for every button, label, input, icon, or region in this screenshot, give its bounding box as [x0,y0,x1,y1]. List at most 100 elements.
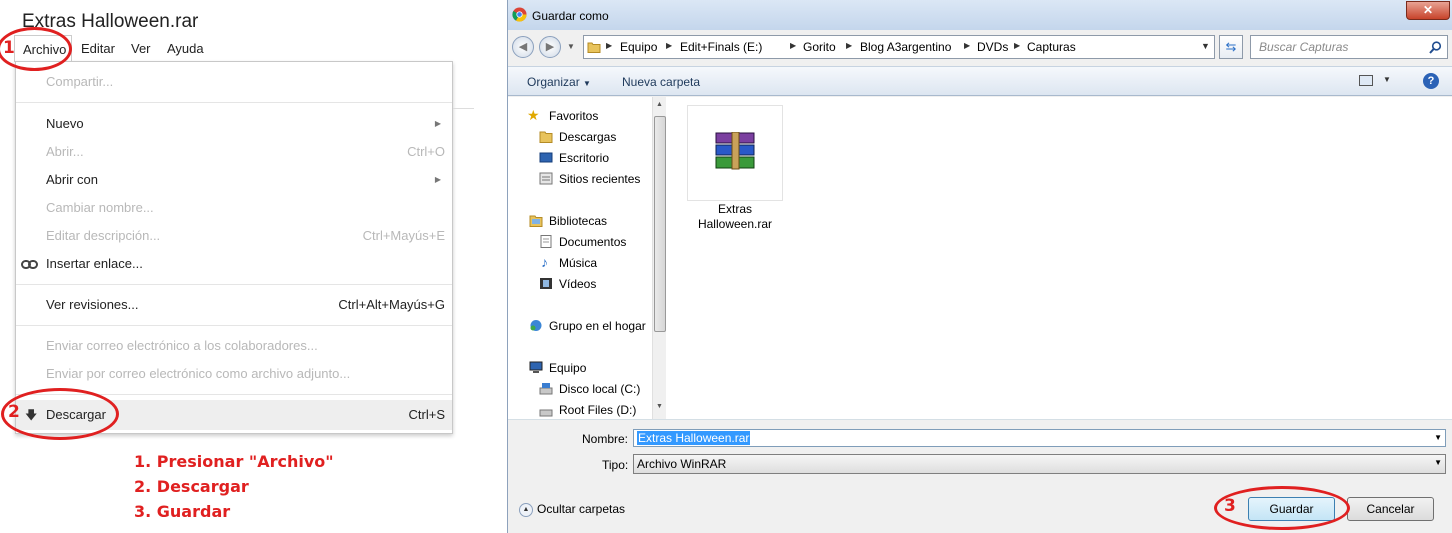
refresh-button[interactable]: ⇆ [1219,35,1243,59]
menu-item-editar-descripcion[interactable]: Editar descripción... Ctrl+Mayús+E [16,222,452,250]
breadcrumb-item[interactable]: Capturas [1027,40,1076,54]
submenu-arrow-icon: ▶ [434,119,441,128]
dialog-titlebar: Guardar como ✕ [508,0,1452,30]
instruction-step: 1. Presionar "Archivo" [134,452,334,471]
command-toolbar: Organizar ▼ Nueva carpeta ▼ ? [508,66,1452,96]
nav-bibliotecas[interactable]: Bibliotecas [549,212,607,230]
nav-descargas[interactable]: Descargas [559,128,616,146]
forward-button[interactable]: ▶ [539,36,561,58]
desktop-icon [539,152,553,163]
menu-item-label: Enviar por correo electrónico como archi… [46,366,351,381]
navigation-pane: ★ Favoritos Descargas Escritorio Sitios … [508,97,652,419]
documents-icon [540,235,552,248]
videos-icon [540,278,552,289]
menu-item-shortcut: Ctrl+Alt+Mayús+G [338,297,445,312]
scrollbar-thumb[interactable] [654,116,666,332]
address-row: ◀ ▶ ▼ ▶ Equipo ▶ Edit+Finals (E:) ▶ Gori… [508,32,1452,62]
file-name-input[interactable]: Extras Halloween.rar ▼ [633,429,1446,447]
chevron-down-icon[interactable]: ▼ [1434,433,1442,442]
recent-locations-chevron-icon[interactable]: ▼ [567,42,575,51]
submenu-arrow-icon: ▶ [434,175,441,184]
menu-item-abrir-con[interactable]: Abrir con ▶ [16,166,452,194]
hide-folders-toggle[interactable]: ▲ Ocultar carpetas [519,502,625,517]
save-as-dialog: Guardar como ✕ ◀ ▶ ▼ ▶ Equipo ▶ Edit+Fin… [507,0,1452,533]
nav-videos[interactable]: Vídeos [559,275,596,293]
breadcrumb-item[interactable]: Edit+Finals (E:) [680,40,762,54]
nav-favorites[interactable]: Favoritos [549,107,598,125]
dialog-title: Guardar como [532,9,609,23]
cancel-button[interactable]: Cancelar [1347,497,1434,521]
address-dropdown-icon[interactable]: ▼ [1201,41,1210,51]
menu-item-shortcut: Ctrl+Mayús+E [362,228,445,243]
help-icon[interactable]: ? [1423,73,1439,89]
menu-ayuda[interactable]: Ayuda [167,40,204,58]
menu-item-shortcut: Ctrl+S [408,407,445,422]
divider [453,108,474,109]
chevron-down-icon: ▼ [583,79,591,88]
file-item[interactable]: Extras Halloween.rar [687,105,783,240]
nav-root-files[interactable]: Root Files (D:) [559,401,636,419]
menu-separator [16,102,452,103]
close-button[interactable]: ✕ [1406,1,1450,20]
search-placeholder: Buscar Capturas [1259,40,1349,54]
breadcrumb-item[interactable]: DVDs [977,40,1008,54]
instruction-step: 3. Guardar [134,502,231,521]
menu-item-abrir[interactable]: Abrir... Ctrl+O [16,138,452,166]
menu-editar[interactable]: Editar [81,40,115,58]
view-options-icon[interactable] [1359,75,1373,86]
view-dropdown-icon[interactable]: ▼ [1383,75,1391,84]
menu-item-label: Cambiar nombre... [46,200,154,215]
scroll-down-icon[interactable]: ▼ [656,403,663,410]
menu-item-label: Enviar correo electrónico a los colabora… [46,338,318,353]
file-thumbnail [687,105,783,201]
search-input[interactable]: Buscar Capturas [1250,35,1448,59]
nav-documentos[interactable]: Documentos [559,233,626,251]
file-name-value: Extras Halloween.rar [637,431,751,445]
nav-sitios-recientes[interactable]: Sitios recientes [559,170,640,188]
file-type-value: Archivo WinRAR [637,457,727,471]
breadcrumb-item[interactable]: Equipo [620,40,657,54]
address-bar[interactable]: ▶ Equipo ▶ Edit+Finals (E:) ▶ Gorito ▶ B… [583,35,1215,59]
homegroup-icon [530,320,542,331]
organize-button[interactable]: Organizar ▼ [527,75,591,89]
recent-places-icon [539,172,553,185]
file-name-line: Extras [717,202,752,216]
menu-item-cambiar-nombre[interactable]: Cambiar nombre... [16,194,452,222]
menu-item-ver-revisiones[interactable]: Ver revisiones... Ctrl+Alt+Mayús+G [16,291,452,319]
menu-item-insertar-enlace[interactable]: Insertar enlace... [16,250,452,278]
chevron-down-icon: ▼ [1434,458,1442,467]
scroll-up-icon[interactable]: ▲ [656,101,663,108]
menu-ver[interactable]: Ver [131,40,151,58]
menu-item-compartir[interactable]: Compartir... [16,68,452,96]
menu-item-label: Insertar enlace... [46,256,143,271]
winrar-archive-icon [715,132,755,170]
breadcrumb-separator-icon: ▶ [964,41,971,50]
file-type-select[interactable]: Archivo WinRAR ▼ [633,454,1446,474]
menu-item-nuevo[interactable]: Nuevo ▶ [16,110,452,138]
name-label: Nombre: [582,432,629,446]
menu-item-enviar-correo-colaboradores[interactable]: Enviar correo electrónico a los colabora… [16,332,452,360]
menu-item-shortcut: Ctrl+O [407,144,445,159]
new-folder-button[interactable]: Nueva carpeta [622,75,700,89]
breadcrumb-item[interactable]: Blog A3argentino [860,40,951,54]
computer-icon [529,361,543,373]
nav-musica[interactable]: Música [559,254,597,272]
breadcrumb-item[interactable]: Gorito [803,40,836,54]
nav-scrollbar[interactable]: ▲ ▼ [652,97,666,419]
file-menu-dropdown: Compartir... Nuevo ▶ Abrir... Ctrl+O Abrir… [15,61,453,434]
nav-disco-local[interactable]: Disco local (C:) [559,380,640,398]
collapse-chevron-icon: ▲ [519,502,533,517]
local-disk-icon [539,383,553,395]
menu-item-enviar-adjunto[interactable]: Enviar por correo electrónico como archi… [16,360,452,388]
file-name-line: Halloween.rar [697,217,773,231]
nav-grupo-hogar[interactable]: Grupo en el hogar [549,317,646,335]
menu-item-label: Ver revisiones... [46,297,139,312]
breadcrumb-separator-icon: ▶ [846,41,853,50]
nav-escritorio[interactable]: Escritorio [559,149,609,167]
annotation-marker: 1 [3,38,15,58]
search-icon [1429,41,1442,54]
breadcrumb-separator-icon: ▶ [1014,41,1021,50]
nav-equipo[interactable]: Equipo [549,359,586,377]
back-button[interactable]: ◀ [512,36,534,58]
organize-label: Organizar [527,75,580,89]
